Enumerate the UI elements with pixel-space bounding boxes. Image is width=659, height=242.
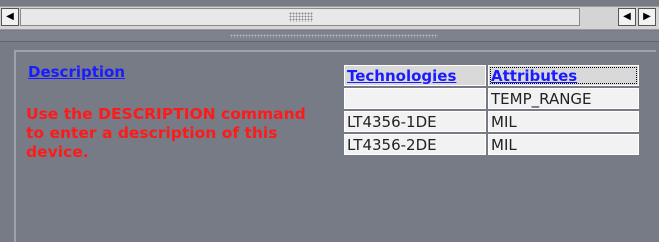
pane-splitter[interactable] [0,31,659,42]
scroll-left-arrow-icon[interactable]: ◀ [1,8,19,26]
scroll-right-arrow-icon[interactable]: ▶ [638,8,656,26]
table-cell[interactable]: MIL [488,134,639,155]
attributes-header[interactable]: Attributes [488,65,639,86]
table-row: LT4356-2DE MIL [344,134,639,155]
table-cell[interactable]: TEMP_RANGE [488,88,639,109]
scrollbar-thumb[interactable] [20,8,580,26]
table-cell[interactable] [344,88,486,109]
table-header-row: Technologies Attributes [344,65,639,86]
description-text: Use the DESCRIPTION command to enter a d… [26,105,306,161]
device-info-panel: Description Use the DESCRIPTION command … [14,50,656,242]
description-link[interactable]: Description [28,63,125,81]
splitter-grip-icon [230,34,438,38]
table-cell[interactable]: MIL [488,111,639,132]
table-cell[interactable]: LT4356-2DE [344,134,486,155]
thumb-grip-icon [289,12,313,22]
horizontal-scrollbar[interactable]: ◀ ◀ ▶ [0,6,659,30]
table-row: LT4356-1DE MIL [344,111,639,132]
table-row: TEMP_RANGE [344,88,639,109]
attributes-table: Technologies Attributes TEMP_RANGE LT435… [342,63,641,157]
scroll-left-arrow-icon-2[interactable]: ◀ [618,8,636,26]
technologies-header[interactable]: Technologies [344,65,486,86]
table-cell[interactable]: LT4356-1DE [344,111,486,132]
